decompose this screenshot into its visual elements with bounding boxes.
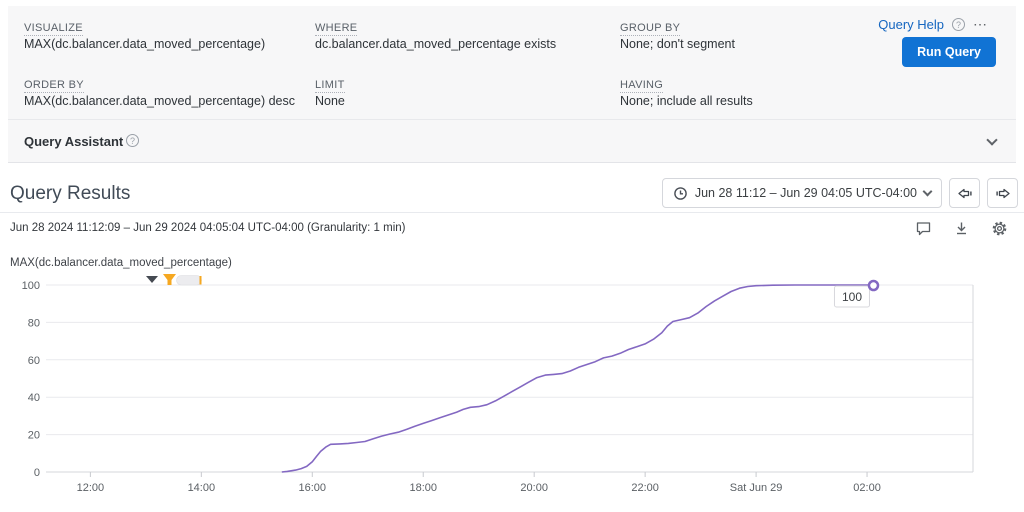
x-tick-label: 20:00	[520, 482, 548, 494]
group-by-value[interactable]: None; don't segment	[620, 37, 735, 51]
query-help-link[interactable]: Query Help	[878, 17, 944, 32]
x-tick-label: 12:00	[77, 482, 105, 494]
having-value[interactable]: None; include all results	[620, 94, 753, 108]
time-range-text: Jun 28 11:12 – Jun 29 04:05 UTC-04:00	[695, 186, 917, 200]
where-label: WHERE	[315, 22, 357, 36]
marker-pill	[177, 276, 202, 286]
limit-section[interactable]: LIMIT	[315, 75, 345, 93]
chart-line	[282, 285, 872, 472]
query-builder-panel: VISUALIZE MAX(dc.balancer.data_moved_per…	[8, 6, 1016, 163]
group-by-label: GROUP BY	[620, 22, 680, 36]
x-tick-label: Sat Jun 29	[730, 482, 783, 494]
time-range-controls: Jun 28 11:12 – Jun 29 04:05 UTC-04:00	[662, 178, 1018, 208]
visualize-value[interactable]: MAX(dc.balancer.data_moved_percentage)	[24, 37, 265, 51]
chart-title: MAX(dc.balancer.data_moved_percentage)	[10, 257, 232, 269]
y-tick-label: 80	[28, 317, 40, 329]
order-by-value[interactable]: MAX(dc.balancer.data_moved_percentage) d…	[24, 94, 295, 108]
having-section[interactable]: HAVING	[620, 75, 663, 93]
y-tick-label: 60	[28, 355, 40, 367]
query-assistant-bar[interactable]: Query Assistant ?	[8, 119, 1016, 163]
limit-label: LIMIT	[315, 79, 345, 93]
limit-value[interactable]: None	[315, 94, 345, 108]
gear-icon[interactable]	[991, 220, 1008, 237]
download-icon[interactable]	[953, 220, 970, 237]
clock-icon	[673, 186, 688, 201]
y-tick-label: 0	[34, 467, 40, 479]
results-toolbar	[915, 220, 1008, 237]
trigger-funnel-icon	[163, 274, 176, 285]
next-time-window-button[interactable]	[987, 178, 1018, 208]
having-label: HAVING	[620, 79, 663, 93]
group-by-section[interactable]: GROUP BY	[620, 18, 680, 36]
previous-time-window-button[interactable]	[949, 178, 980, 208]
chevron-down-icon[interactable]	[986, 134, 997, 145]
assistant-help-icon[interactable]: ?	[126, 134, 139, 147]
marker-pill-end	[200, 276, 202, 285]
order-by-label: ORDER BY	[24, 79, 84, 93]
divider	[0, 212, 1024, 213]
x-tick-label: 14:00	[188, 482, 216, 494]
time-range-detail: Jun 28 2024 11:12:09 – Jun 29 2024 04:05…	[10, 222, 406, 234]
query-assistant-label: Query Assistant	[24, 134, 123, 149]
comment-icon[interactable]	[915, 220, 932, 237]
tooltip-value: 100	[842, 290, 862, 304]
visualize-section[interactable]: VISUALIZE	[24, 18, 83, 36]
time-range-selector[interactable]: Jun 28 11:12 – Jun 29 04:05 UTC-04:00	[662, 178, 942, 208]
x-tick-label: 18:00	[409, 482, 437, 494]
order-by-section[interactable]: ORDER BY	[24, 75, 84, 93]
x-tick-label: 02:00	[853, 482, 881, 494]
marker-triangle-icon	[146, 276, 158, 283]
arrow-left-icon	[957, 187, 973, 200]
where-section[interactable]: WHERE	[315, 18, 357, 36]
x-tick-label: 22:00	[631, 482, 659, 494]
visualize-label: VISUALIZE	[24, 22, 83, 36]
y-tick-label: 40	[28, 392, 40, 404]
chevron-down-icon	[923, 187, 933, 197]
x-tick-label: 16:00	[299, 482, 327, 494]
help-circle-icon[interactable]: ?	[952, 18, 965, 31]
more-options-icon[interactable]: ⋯	[973, 16, 988, 33]
results-chart[interactable]: 0 20 40 60 80 100 12:00 14:00 16:00 18:00 20:00 22:…	[0, 272, 1024, 512]
run-query-button[interactable]: Run Query	[902, 37, 996, 67]
y-tick-label: 20	[28, 430, 40, 442]
line-end-marker	[869, 281, 878, 290]
page-title: Query Results	[10, 183, 130, 205]
y-tick-label: 100	[22, 280, 40, 292]
where-value[interactable]: dc.balancer.data_moved_percentage exists	[315, 37, 556, 51]
arrow-right-icon	[995, 187, 1011, 200]
